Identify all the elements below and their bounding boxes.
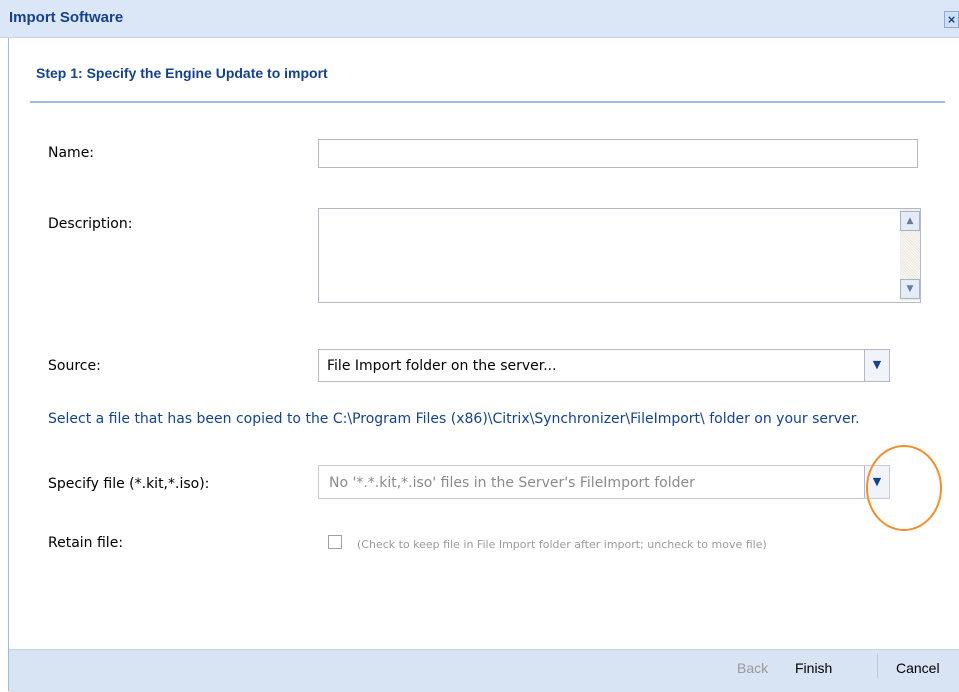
back-button[interactable]: Back: [737, 660, 768, 676]
dialog-title: Import Software: [9, 9, 124, 26]
scroll-up-icon[interactable]: ▲: [900, 211, 920, 231]
name-input[interactable]: [318, 139, 918, 168]
retain-hint: (Check to keep file in File Import folde…: [357, 538, 767, 551]
source-value: File Import folder on the server...: [327, 358, 557, 374]
specify-file-value: No '*.*.kit,*.iso' files in the Server's…: [329, 475, 695, 491]
cancel-button[interactable]: Cancel: [896, 660, 940, 676]
footer-separator: [877, 654, 878, 678]
info-text: Select a file that has been copied to th…: [48, 411, 860, 427]
scroll-down-icon[interactable]: ▼: [900, 279, 920, 299]
description-label: Description:: [48, 216, 133, 232]
retain-checkbox[interactable]: [328, 535, 342, 549]
step-header: Step 1: Specify the Engine Update to imp…: [36, 65, 328, 81]
retain-label: Retain file:: [48, 535, 124, 551]
highlight-circle: [866, 445, 942, 531]
description-textarea[interactable]: [318, 208, 921, 303]
description-scrollbar[interactable]: ▲ ▼: [900, 209, 920, 301]
specify-file-select[interactable]: No '*.*.kit,*.iso' files in the Server's…: [318, 465, 890, 499]
step-divider: [30, 101, 945, 103]
chevron-down-icon[interactable]: ▼: [864, 350, 889, 381]
source-label: Source:: [48, 358, 101, 374]
finish-button[interactable]: Finish: [795, 660, 832, 676]
name-label: Name:: [48, 145, 95, 161]
close-icon[interactable]: ×: [944, 11, 959, 28]
specify-file-label: Specify file (*.kit,*.iso):: [48, 476, 210, 492]
dialog-titlebar: Import Software ×: [0, 0, 959, 38]
source-select[interactable]: File Import folder on the server... ▼: [318, 349, 890, 382]
